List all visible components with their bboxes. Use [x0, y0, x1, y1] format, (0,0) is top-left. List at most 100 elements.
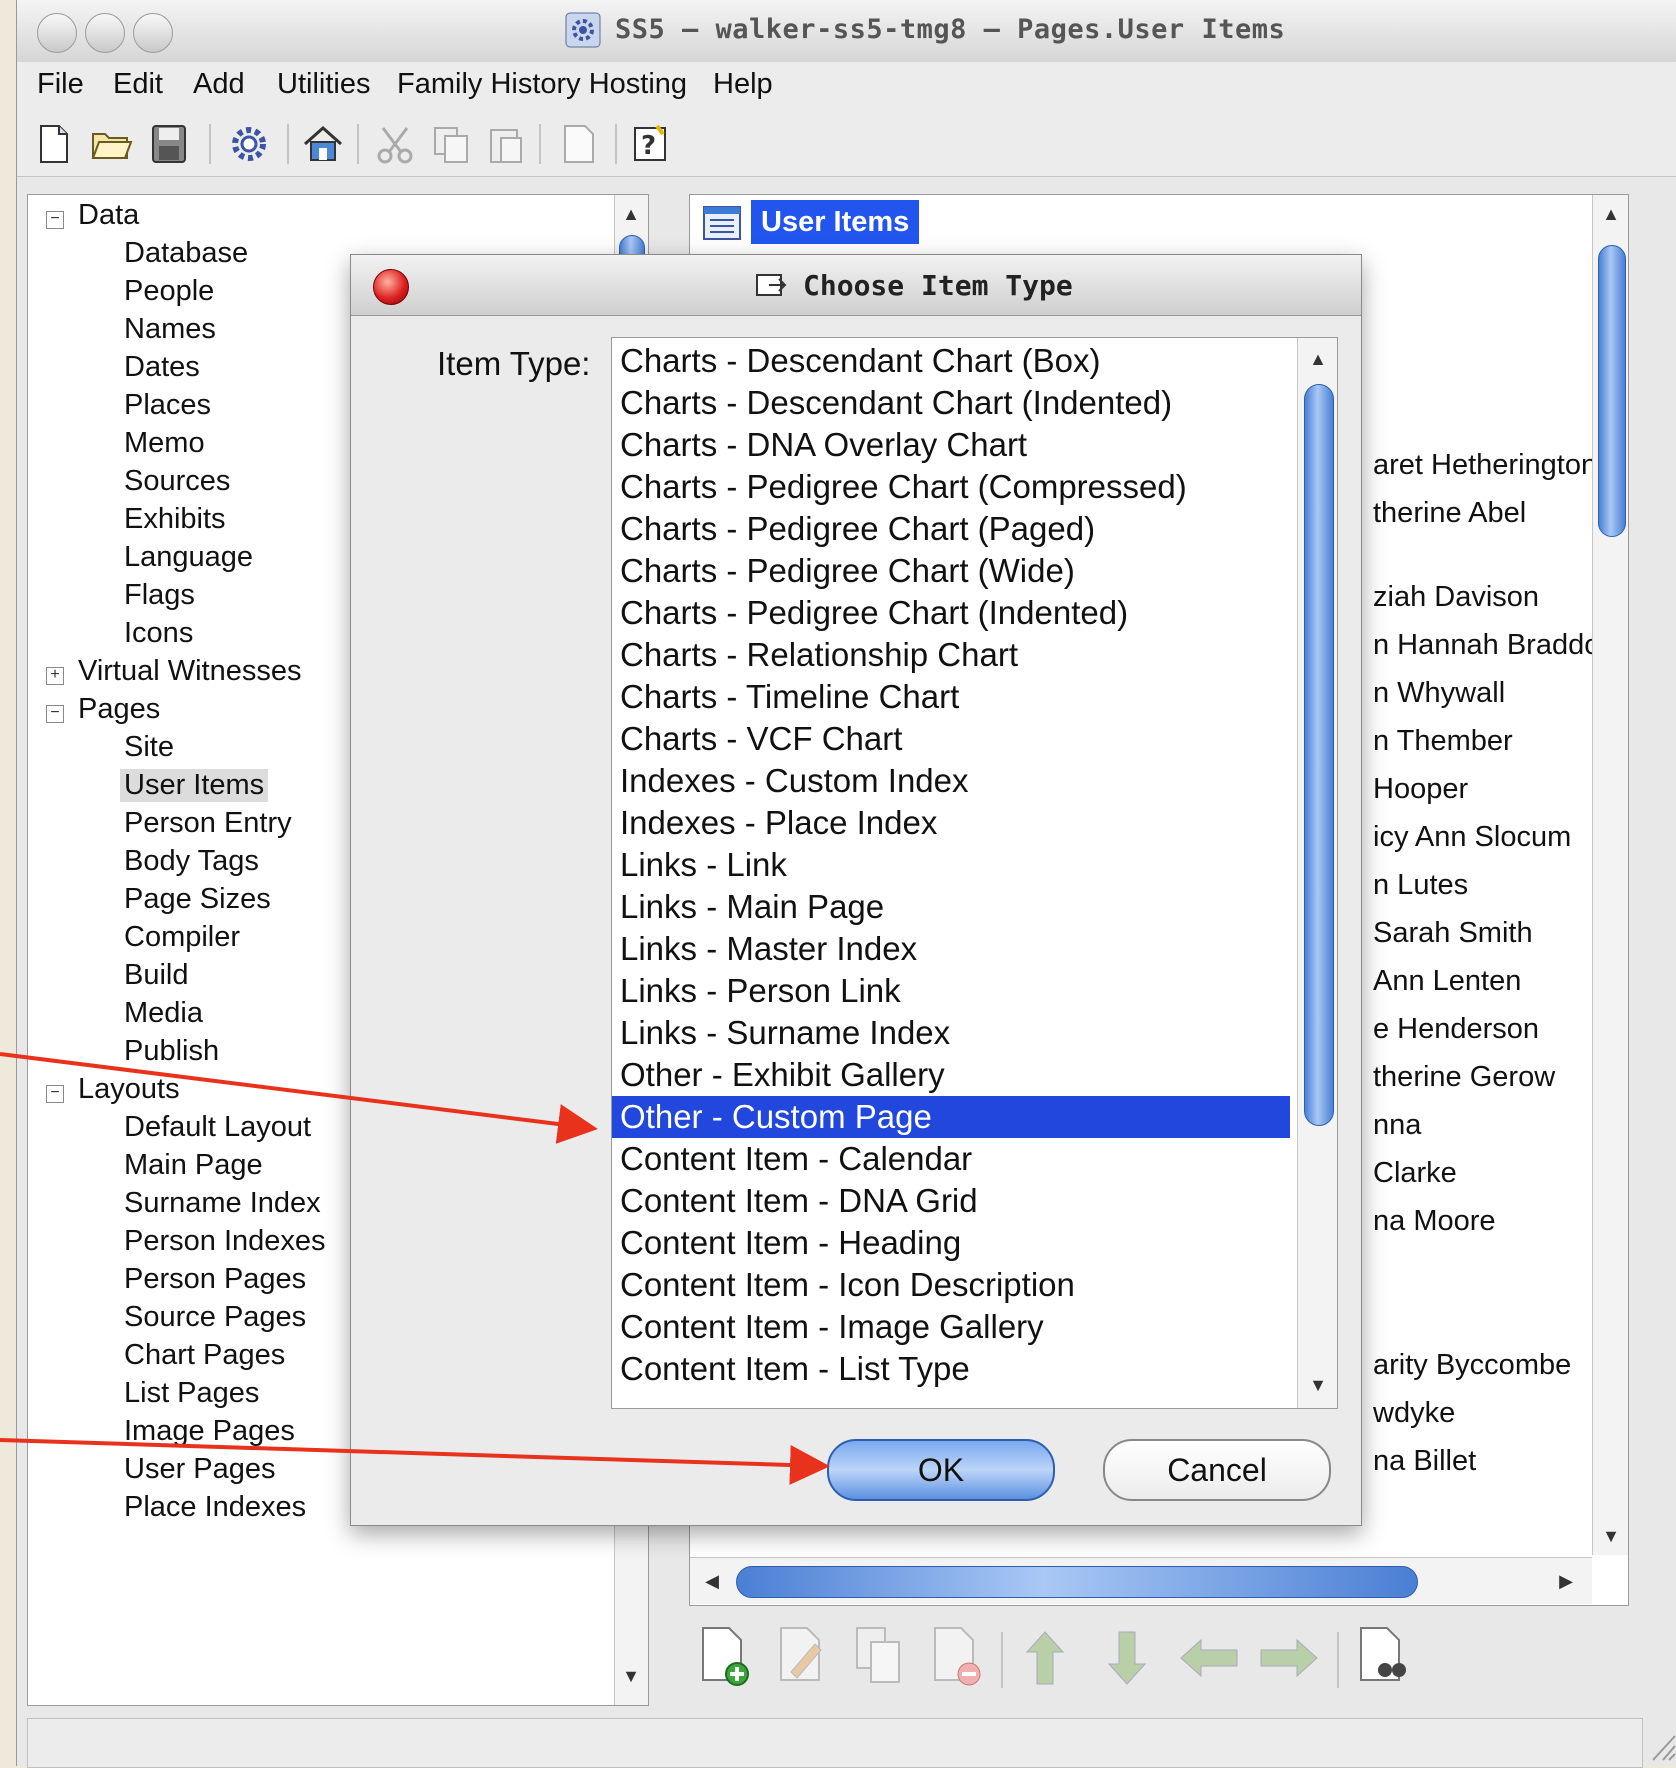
list-item[interactable]: Other - Exhibit Gallery — [612, 1054, 1290, 1096]
tree-item[interactable]: Person Pages — [124, 1263, 306, 1296]
scroll-up-arrow-icon[interactable]: ▲ — [1595, 199, 1627, 229]
list-item[interactable]: Content Item - Heading — [612, 1222, 1290, 1264]
move-right-arrow-icon[interactable] — [1257, 1632, 1321, 1684]
edit-item-icon[interactable] — [775, 1624, 831, 1688]
list-item[interactable]: Links - Person Link — [612, 970, 1290, 1012]
list-item[interactable]: Content Item - Image Gallery — [612, 1306, 1290, 1348]
home-icon[interactable] — [301, 122, 345, 166]
scroll-down-arrow-icon[interactable]: ▼ — [1302, 1370, 1334, 1400]
tree-pages[interactable]: Pages — [78, 693, 160, 726]
close-window-button[interactable] — [37, 13, 77, 53]
list-item[interactable]: n Thember — [1373, 725, 1513, 758]
menu-help[interactable]: Help — [713, 68, 773, 101]
list-item[interactable]: Links - Main Page — [612, 886, 1290, 928]
list-item[interactable]: Charts - Pedigree Chart (Indented) — [612, 592, 1290, 634]
scroll-up-arrow-icon[interactable]: ▲ — [615, 199, 647, 229]
tree-item[interactable]: Person Indexes — [124, 1225, 326, 1258]
tree-item[interactable]: Media — [124, 997, 203, 1030]
list-item[interactable]: Charts - VCF Chart — [612, 718, 1290, 760]
list-item[interactable]: n Lutes — [1373, 869, 1468, 902]
move-up-arrow-icon[interactable] — [1019, 1628, 1071, 1688]
list-item[interactable]: Charts - Pedigree Chart (Compressed) — [612, 466, 1290, 508]
settings-gear-icon[interactable] — [227, 122, 271, 166]
tree-item[interactable]: Exhibits — [124, 503, 226, 536]
list-item[interactable]: Links - Master Index — [612, 928, 1290, 970]
resize-grip-icon[interactable] — [1649, 1722, 1676, 1762]
scroll-left-arrow-icon[interactable]: ◀ — [696, 1566, 728, 1596]
scroll-down-arrow-icon[interactable]: ▼ — [1595, 1521, 1627, 1551]
tree-layouts[interactable]: Layouts — [78, 1073, 180, 1106]
list-item[interactable]: nna — [1373, 1109, 1421, 1142]
horizontal-scroll-thumb[interactable] — [736, 1566, 1418, 1598]
list-item[interactable]: Charts - Relationship Chart — [612, 634, 1290, 676]
tree-virtual-witnesses[interactable]: Virtual Witnesses — [78, 655, 302, 688]
scroll-up-arrow-icon[interactable]: ▲ — [1302, 344, 1334, 374]
tree-item[interactable]: Default Layout — [124, 1111, 311, 1144]
tree-item[interactable]: Site — [124, 731, 174, 764]
paste-icon[interactable] — [483, 122, 527, 166]
expand-virtual-witnesses-toggle[interactable]: + — [46, 667, 64, 685]
list-item[interactable]: Clarke — [1373, 1157, 1457, 1190]
list-item[interactable]: Indexes - Place Index — [612, 802, 1290, 844]
tree-data[interactable]: Data — [78, 199, 139, 232]
item-type-listbox[interactable]: Charts - Descendant Chart (Box) Charts -… — [611, 337, 1338, 1409]
blank-page-icon[interactable] — [557, 122, 601, 166]
collapse-pages-toggle[interactable]: − — [46, 705, 64, 723]
copy-icon[interactable] — [429, 122, 473, 166]
zoom-window-button[interactable] — [133, 13, 173, 53]
menu-utilities[interactable]: Utilities — [277, 68, 370, 101]
menu-family-history-hosting[interactable]: Family History Hosting — [397, 68, 687, 101]
list-item[interactable]: ziah Davison — [1373, 581, 1539, 614]
tree-item[interactable]: Surname Index — [124, 1187, 321, 1220]
tree-item[interactable]: Person Entry — [124, 807, 292, 840]
list-item[interactable]: Charts - Timeline Chart — [612, 676, 1290, 718]
copy-item-icon[interactable] — [853, 1624, 909, 1688]
menu-edit[interactable]: Edit — [113, 68, 163, 101]
list-item[interactable]: Charts - Pedigree Chart (Wide) — [612, 550, 1290, 592]
save-disk-icon[interactable] — [147, 122, 191, 166]
tree-item[interactable]: Names — [124, 313, 216, 346]
list-item[interactable]: na Moore — [1373, 1205, 1496, 1238]
list-item[interactable]: arity Byccombe — [1373, 1349, 1571, 1382]
tree-item[interactable]: Sources — [124, 465, 230, 498]
right-horizontal-scrollbar[interactable]: ◀ ▶ — [690, 1557, 1592, 1604]
list-item[interactable]: Sarah Smith — [1373, 917, 1533, 950]
tree-item[interactable]: Chart Pages — [124, 1339, 285, 1372]
list-item[interactable]: na Billet — [1373, 1445, 1476, 1478]
tree-item[interactable]: Build — [124, 959, 189, 992]
new-document-icon[interactable] — [31, 122, 75, 166]
dialog-close-button[interactable] — [373, 269, 409, 305]
list-item[interactable]: aret Hetherington — [1373, 449, 1597, 482]
list-item[interactable]: Content Item - DNA Grid — [612, 1180, 1290, 1222]
menu-add[interactable]: Add — [193, 68, 245, 101]
cancel-button[interactable]: Cancel — [1103, 1439, 1331, 1501]
tree-item[interactable]: Language — [124, 541, 253, 574]
list-item[interactable]: Indexes - Custom Index — [612, 760, 1290, 802]
find-item-binoculars-icon[interactable] — [1355, 1624, 1411, 1688]
tree-item[interactable]: Compiler — [124, 921, 240, 954]
tree-item[interactable]: Database — [124, 237, 248, 270]
tree-item[interactable]: Image Pages — [124, 1415, 295, 1448]
tree-item[interactable]: Flags — [124, 579, 195, 612]
listbox-scroll-thumb[interactable] — [1304, 384, 1334, 1126]
list-item[interactable]: e Henderson — [1373, 1013, 1539, 1046]
tree-item[interactable]: Icons — [124, 617, 193, 650]
tree-item[interactable]: Place Indexes — [124, 1491, 306, 1524]
tree-item[interactable]: Publish — [124, 1035, 219, 1068]
collapse-data-toggle[interactable]: − — [46, 211, 64, 229]
tree-item[interactable]: Source Pages — [124, 1301, 306, 1334]
list-item[interactable]: Content Item - Calendar — [612, 1138, 1290, 1180]
add-item-icon[interactable] — [697, 1624, 753, 1688]
listbox-vertical-scrollbar[interactable]: ▲ ▼ — [1297, 338, 1337, 1408]
tree-item[interactable]: List Pages — [124, 1377, 259, 1410]
ok-button[interactable]: OK — [827, 1439, 1055, 1501]
right-scroll-thumb[interactable] — [1598, 245, 1626, 537]
open-folder-icon[interactable] — [89, 122, 133, 166]
minimize-window-button[interactable] — [85, 13, 125, 53]
list-item[interactable]: Links - Link — [612, 844, 1290, 886]
tree-item[interactable]: Body Tags — [124, 845, 259, 878]
right-vertical-scrollbar[interactable]: ▲ ▼ — [1592, 195, 1628, 1555]
list-item[interactable]: Charts - Pedigree Chart (Paged) — [612, 508, 1290, 550]
delete-item-icon[interactable] — [929, 1624, 985, 1688]
tree-item[interactable]: Page Sizes — [124, 883, 271, 916]
